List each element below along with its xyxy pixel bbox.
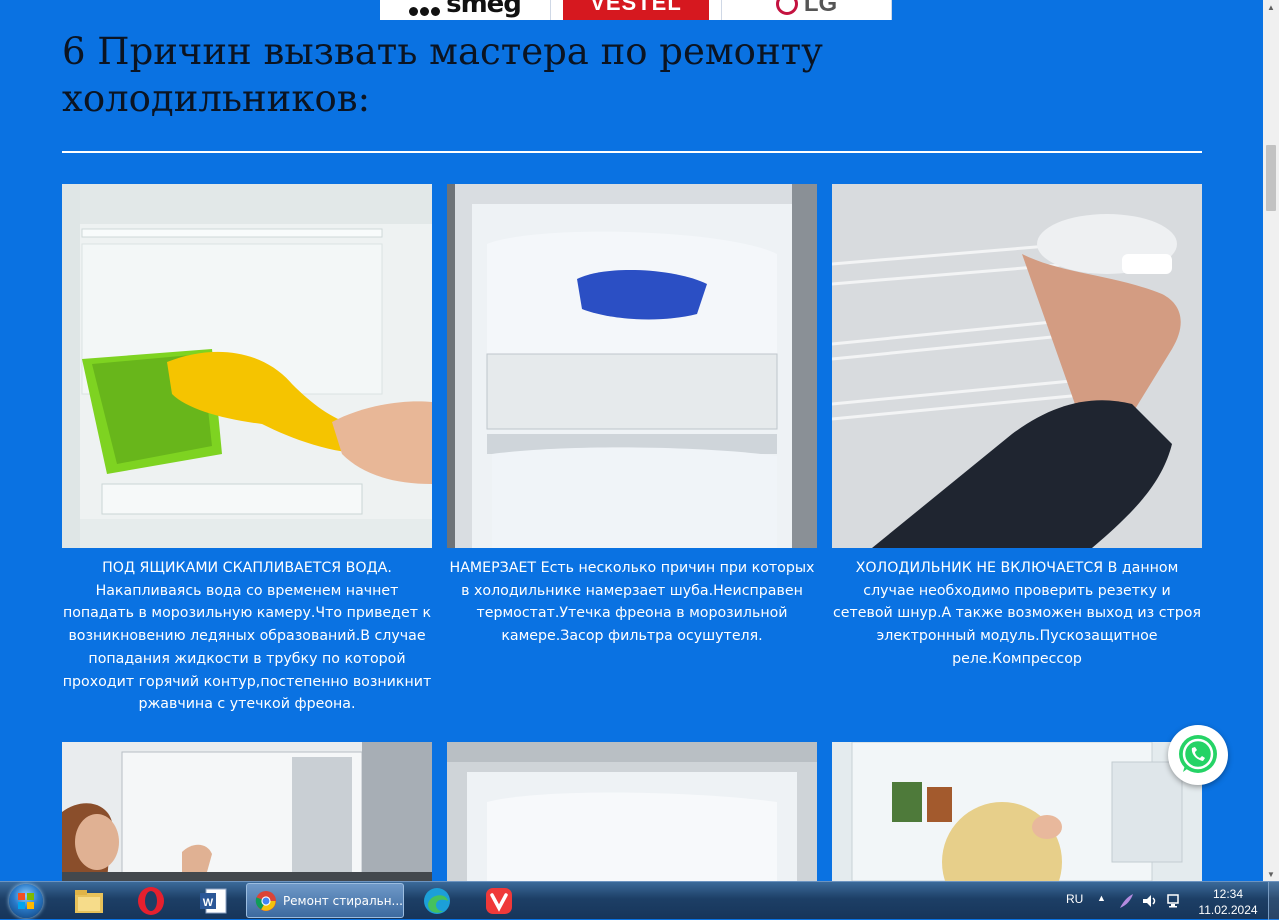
- chrome-taskbar-button[interactable]: Ремонт стиральн...: [246, 883, 404, 918]
- edge-icon: [424, 888, 450, 914]
- feather-tray-icon[interactable]: [1117, 892, 1135, 910]
- card-image-frozen-freezer: [447, 184, 817, 548]
- lg-logo: LG: [722, 0, 892, 20]
- system-clock[interactable]: 12:34 11.02.2024: [1194, 886, 1262, 918]
- card-text-not-turning-on: ХОЛОДИЛЬНИК НЕ ВКЛЮЧАЕТСЯ В данном случа…: [832, 560, 1201, 667]
- vestel-logo-text: VESTEL: [590, 0, 682, 15]
- opera-taskbar-button[interactable]: [124, 884, 178, 918]
- chrome-window-title: Ремонт стиральн...: [282, 893, 403, 908]
- windows-taskbar: W Ремонт стиральн... RU ▲ 12:34 11.02.20…: [0, 881, 1279, 920]
- vivaldi-icon: [486, 888, 512, 914]
- lg-logo-text: LG: [803, 0, 838, 17]
- clock-date: 11.02.2024: [1198, 903, 1258, 917]
- card-image-technician: [62, 742, 432, 881]
- smeg-logo-text: smeg: [446, 0, 522, 19]
- card-image-ice-buildup: [447, 742, 817, 881]
- vestel-logo: VESTEL: [551, 0, 722, 20]
- card-image-woman-fridge: [832, 742, 1202, 881]
- smeg-logo: smeg: [380, 0, 551, 20]
- show-desktop-button[interactable]: [1268, 882, 1279, 920]
- edge-taskbar-button[interactable]: [410, 884, 464, 918]
- file-explorer-taskbar-button[interactable]: [62, 884, 116, 918]
- card-image-thermostat: [832, 184, 1202, 548]
- heading-divider: [62, 151, 1202, 153]
- language-indicator[interactable]: RU: [1066, 892, 1083, 906]
- show-hidden-icons-arrow-icon[interactable]: ▲: [1097, 893, 1106, 903]
- chrome-icon: [255, 890, 277, 911]
- scroll-thumb[interactable]: [1266, 145, 1276, 211]
- start-button[interactable]: [6, 882, 46, 920]
- browser-viewport: smeg VESTEL LG 6 Причин вызвать мастера …: [0, 0, 1263, 881]
- network-icon[interactable]: [1165, 892, 1183, 910]
- word-taskbar-button[interactable]: W: [186, 884, 240, 918]
- card-text-water: ПОД ЯЩИКАМИ СКАПЛИВАЕТСЯ ВОДА. Накаплива…: [62, 560, 432, 713]
- card-text-freezing: НАМЕРЗАЕТ Есть несколько причин при кото…: [449, 560, 815, 645]
- opera-icon: [138, 887, 164, 915]
- vertical-scrollbar[interactable]: ▲ ▼: [1263, 0, 1279, 881]
- section-heading: 6 Причин вызвать мастера по ремонту холо…: [62, 30, 823, 120]
- windows-logo-icon: [9, 884, 43, 918]
- volume-icon[interactable]: [1141, 892, 1159, 910]
- lg-circle-icon: [775, 0, 798, 15]
- clock-time: 12:34: [1212, 887, 1244, 901]
- word-icon: W: [200, 888, 227, 914]
- scroll-down-arrow-icon[interactable]: ▼: [1263, 867, 1279, 881]
- whatsapp-button[interactable]: [1168, 725, 1228, 785]
- whatsapp-icon: [1179, 735, 1217, 773]
- smeg-dots-icon: [409, 6, 441, 16]
- vivaldi-taskbar-button[interactable]: [472, 884, 526, 918]
- svg-text:W: W: [203, 897, 214, 909]
- card-image-wiping: [62, 184, 432, 548]
- scroll-up-arrow-icon[interactable]: ▲: [1263, 0, 1279, 14]
- brand-logos-strip: smeg VESTEL LG: [380, 0, 892, 20]
- folder-icon: [75, 890, 103, 913]
